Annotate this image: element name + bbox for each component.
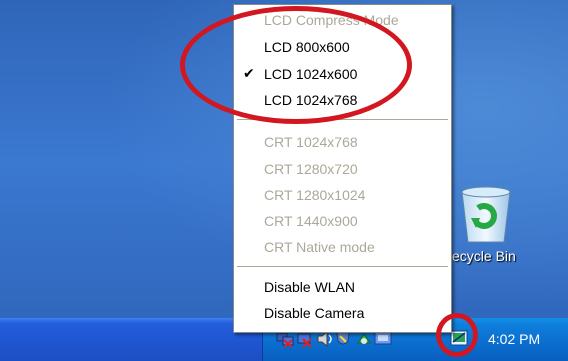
recycle-bin[interactable]: ecycle Bin bbox=[452, 182, 532, 264]
annotation-ellipse-lcd-modes bbox=[180, 6, 412, 124]
menu-separator bbox=[237, 266, 448, 268]
menu-item-disable-wlan[interactable]: Disable WLAN bbox=[264, 279, 355, 295]
recycle-bin-label: ecycle Bin bbox=[452, 248, 516, 264]
clock[interactable]: 4:02 PM bbox=[488, 331, 540, 347]
menu-item-crt-1280x1024: CRT 1280x1024 bbox=[264, 187, 366, 203]
annotation-ellipse-tray-icon bbox=[436, 313, 478, 357]
menu-item-crt-1440x900: CRT 1440x900 bbox=[264, 213, 358, 229]
recycle-bin-icon bbox=[461, 186, 511, 243]
menu-item-crt-1024x768: CRT 1024x768 bbox=[264, 134, 358, 150]
menu-item-disable-camera[interactable]: Disable Camera bbox=[264, 305, 364, 321]
menu-item-crt-1280x720: CRT 1280x720 bbox=[264, 161, 358, 177]
menu-item-crt-native-mode: CRT Native mode bbox=[264, 239, 375, 255]
